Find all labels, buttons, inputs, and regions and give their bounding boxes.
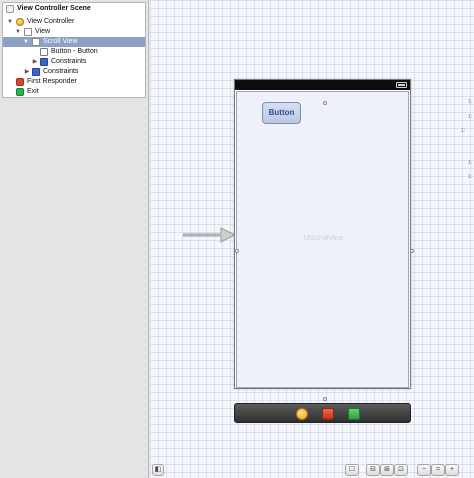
outline-row-view-controller[interactable]: ▼ View Controller	[3, 17, 145, 27]
outline-row-scene[interactable]: View Controller Scene	[3, 4, 145, 14]
resize-handle-right[interactable]	[410, 249, 414, 253]
exit-icon	[16, 88, 24, 96]
gutter-mark: 1:	[461, 128, 466, 134]
outline-row-constraints-inner[interactable]: ▶ Constraints	[3, 57, 145, 67]
resize-handle-bottom[interactable]	[323, 397, 327, 401]
view-controller-icon	[16, 18, 24, 26]
zoom-out-button[interactable]: −	[417, 464, 431, 476]
gutter-mark: 1:	[468, 160, 473, 166]
status-bar	[235, 80, 410, 90]
first-responder-icon	[16, 78, 24, 86]
constraints-icon	[40, 58, 48, 66]
view-controller-frame[interactable]: Button UIScrollView	[234, 79, 414, 401]
outline-tree: View Controller Scene ▼ View Controller …	[2, 2, 146, 98]
resize-handle-left[interactable]	[235, 249, 239, 253]
outline-label-constraints-inner: Constraints	[51, 58, 87, 65]
scene-dock	[234, 403, 411, 423]
outline-label-button: Button - Button	[51, 48, 98, 55]
button-element[interactable]: Button	[262, 102, 301, 124]
initial-scene-arrow-icon[interactable]	[183, 225, 237, 245]
disclosure-closed-icon[interactable]: ▶	[24, 67, 30, 77]
disclosure-closed-icon[interactable]: ▶	[32, 57, 38, 67]
button-icon	[40, 48, 48, 56]
pin-button[interactable]: ⊞	[380, 464, 394, 476]
align-button[interactable]: ⊟	[366, 464, 380, 476]
document-outline-sidebar: View Controller Scene ▼ View Controller …	[0, 0, 149, 478]
outline-label-scene: View Controller Scene	[17, 5, 91, 12]
gutter-mark: 1:	[468, 114, 473, 120]
outline-label-view: View	[35, 28, 51, 35]
scene-icon	[6, 5, 14, 13]
disclosure-open-icon[interactable]: ▼	[23, 37, 29, 47]
outline-label-view-controller: View Controller	[27, 18, 75, 25]
outline-row-constraints-outer[interactable]: ▶ Constraints	[3, 67, 145, 77]
gutter-mark: 1:	[468, 174, 473, 180]
resolve-issues-button[interactable]: ⊡	[394, 464, 408, 476]
view-icon	[24, 28, 32, 36]
first-responder-icon[interactable]	[322, 408, 334, 420]
scroll-view[interactable]: Button UIScrollView	[235, 91, 414, 401]
scroll-view-icon	[32, 38, 40, 46]
resize-handle-top[interactable]	[323, 101, 327, 105]
outline-toggle-button[interactable]: ◧	[152, 464, 164, 476]
disclosure-open-icon[interactable]: ▼	[15, 27, 21, 37]
inferred-metrics-button[interactable]: ☐	[345, 464, 359, 476]
view-controller-icon[interactable]	[296, 408, 308, 420]
outline-label-first-responder: First Responder	[27, 78, 77, 85]
battery-icon	[396, 82, 407, 88]
outline-label-constraints-outer: Constraints	[43, 68, 79, 75]
gutter-mark: 1:	[468, 99, 473, 105]
outline-row-view[interactable]: ▼ View	[3, 27, 145, 37]
outline-row-exit[interactable]: Exit	[3, 87, 145, 97]
constraints-icon	[32, 68, 40, 76]
outline-label-scroll-view: Scroll View	[43, 38, 78, 45]
disclosure-open-icon[interactable]: ▼	[7, 17, 13, 27]
zoom-in-button[interactable]: +	[445, 464, 459, 476]
outline-row-scroll-view[interactable]: ▼ Scroll View	[3, 37, 145, 47]
zoom-fit-button[interactable]: =	[431, 464, 445, 476]
outline-row-button[interactable]: Button - Button	[3, 47, 145, 57]
outline-label-exit: Exit	[27, 88, 39, 95]
outline-row-first-responder[interactable]: First Responder	[3, 77, 145, 87]
scroll-view-caption: UIScrollView	[303, 235, 344, 242]
exit-icon[interactable]	[348, 408, 360, 420]
